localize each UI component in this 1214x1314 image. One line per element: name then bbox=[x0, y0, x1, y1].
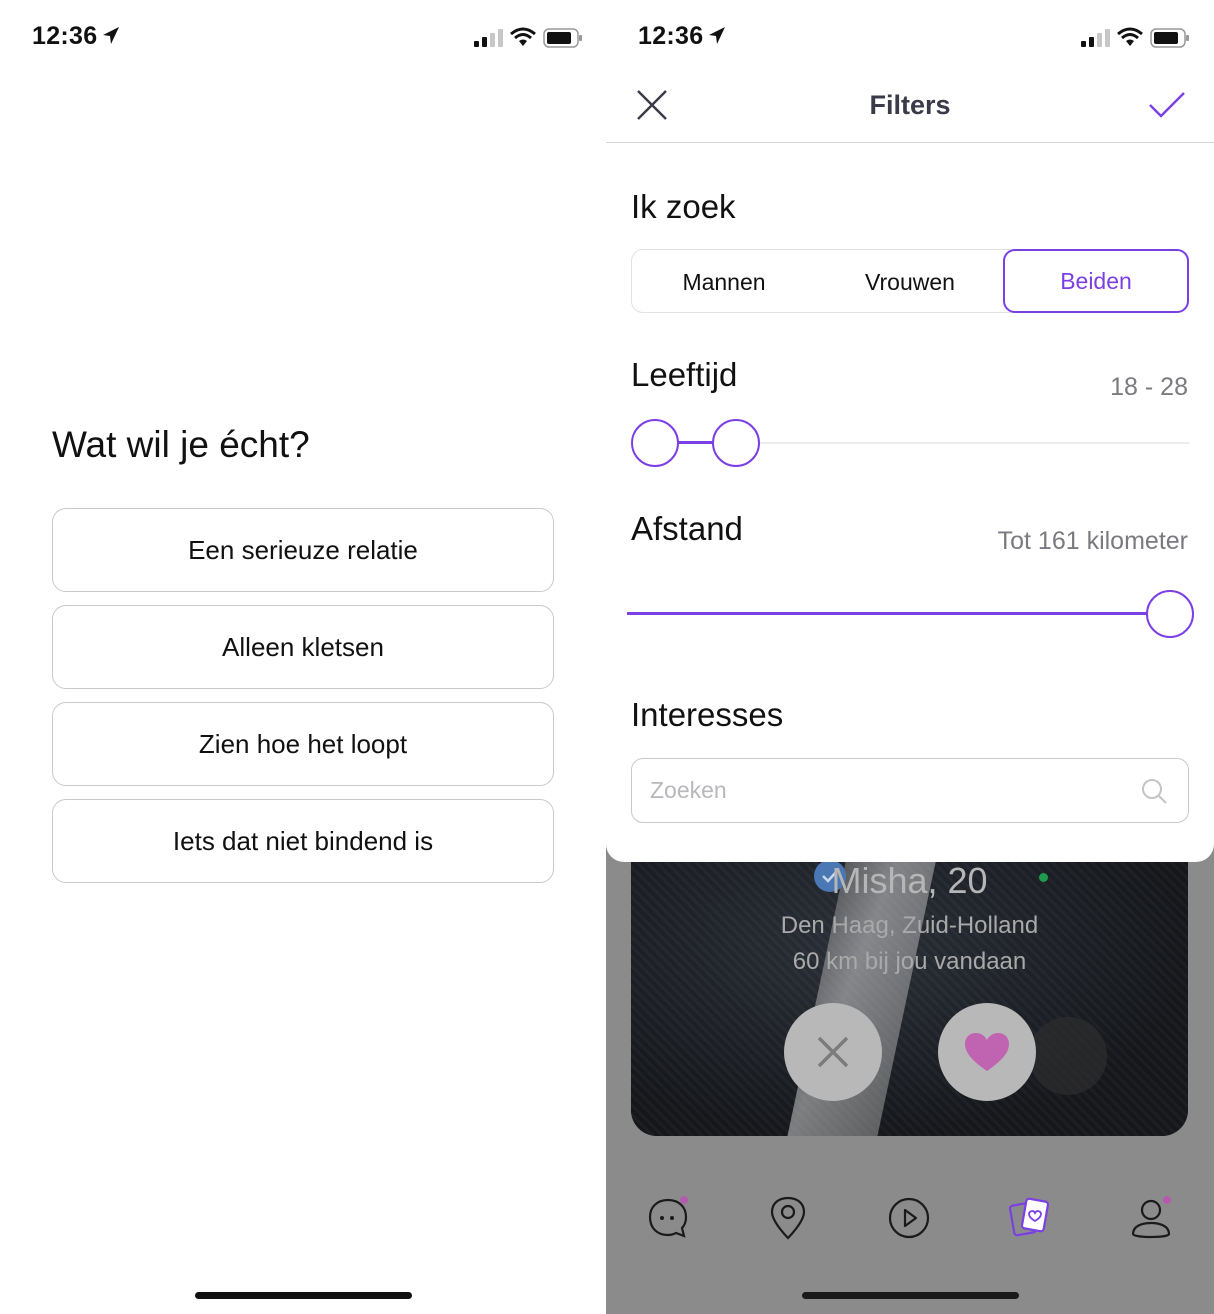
option-label: Zien hoe het loopt bbox=[198, 728, 408, 759]
segment-label: Beiden bbox=[1060, 267, 1132, 294]
divider bbox=[606, 142, 1214, 143]
home-indicator[interactable] bbox=[195, 1292, 412, 1299]
home-indicator[interactable] bbox=[802, 1292, 1019, 1299]
profile-card: Misha, 20 Den Haag, Zuid-Holland 60 km b… bbox=[631, 820, 1188, 1136]
status-bar: 12:36 bbox=[606, 0, 1214, 76]
distance-value: Tot 161 kilometer bbox=[997, 527, 1188, 555]
status-time: 12:36 bbox=[638, 22, 704, 50]
interests-title: Interesses bbox=[631, 696, 784, 733]
wifi-icon bbox=[510, 27, 536, 46]
option-label: Een serieuze relatie bbox=[188, 534, 418, 565]
option-label: Alleen kletsen bbox=[222, 631, 384, 662]
cellular-signal-icon bbox=[474, 29, 503, 47]
filters-screen: Misha, 20 Den Haag, Zuid-Holland 60 km b… bbox=[606, 0, 1214, 1314]
age-title: Leeftijd bbox=[631, 356, 738, 393]
chat-icon[interactable] bbox=[644, 1194, 692, 1242]
questionnaire-screen: 12:36 Wat wil je écht? Een serieuze rela… bbox=[0, 0, 606, 1314]
segment-both[interactable]: Beiden bbox=[1003, 249, 1189, 313]
cellular-signal-icon bbox=[1081, 29, 1110, 47]
looking-for-title: Ik zoek bbox=[631, 188, 736, 225]
dislike-button[interactable] bbox=[784, 1003, 882, 1101]
profile-distance: 60 km bij jou vandaan bbox=[792, 948, 1027, 975]
age-min-handle[interactable] bbox=[631, 419, 679, 467]
option-label: Iets dat niet bindend is bbox=[172, 825, 434, 856]
interests-search bbox=[631, 758, 1189, 823]
checkmark-icon[interactable] bbox=[1148, 90, 1186, 120]
play-icon[interactable] bbox=[885, 1194, 933, 1242]
interests-search-input[interactable] bbox=[650, 759, 1120, 821]
search-icon[interactable] bbox=[1140, 777, 1168, 805]
status-time: 12:36 bbox=[32, 22, 98, 50]
distance-handle[interactable] bbox=[1146, 590, 1194, 638]
close-icon bbox=[817, 1036, 849, 1068]
segment-women[interactable]: Vrouwen bbox=[818, 250, 1002, 314]
distance-slider-track[interactable] bbox=[627, 612, 1167, 615]
like-button[interactable] bbox=[938, 1003, 1036, 1101]
option-see-how-it-goes-button[interactable]: Zien hoe het loopt bbox=[52, 702, 554, 786]
status-bar: 12:36 bbox=[0, 0, 606, 76]
option-serious-relationship-button[interactable]: Een serieuze relatie bbox=[52, 508, 554, 592]
question-heading: Wat wil je écht? bbox=[52, 424, 310, 465]
segment-men[interactable]: Mannen bbox=[632, 250, 816, 314]
map-pin-icon[interactable] bbox=[764, 1194, 812, 1242]
superlike-button[interactable] bbox=[1029, 1017, 1107, 1095]
segment-label: Mannen bbox=[682, 268, 766, 295]
location-arrow-icon bbox=[103, 27, 119, 44]
gender-segmented-control: Mannen Vrouwen Beiden bbox=[631, 249, 1189, 313]
option-just-chat-button[interactable]: Alleen kletsen bbox=[52, 605, 554, 689]
profile-icon[interactable] bbox=[1127, 1194, 1175, 1242]
age-max-handle[interactable] bbox=[712, 419, 760, 467]
filters-sheet: 12:36 Filters Ik zoek Mannen Vrouwen Bei… bbox=[606, 0, 1214, 862]
segment-label: Vrouwen bbox=[865, 268, 955, 295]
age-range-value: 18 - 28 bbox=[1110, 373, 1188, 401]
heart-icon bbox=[965, 1033, 1009, 1071]
bottom-tab-bar bbox=[606, 1170, 1214, 1270]
profile-name: Misha, 20 bbox=[831, 860, 988, 901]
distance-title: Afstand bbox=[631, 510, 743, 547]
battery-icon bbox=[1150, 28, 1189, 48]
page-title: Filters bbox=[869, 90, 951, 120]
cards-icon[interactable] bbox=[1006, 1194, 1054, 1242]
wifi-icon bbox=[1117, 27, 1143, 46]
online-indicator bbox=[1039, 873, 1048, 882]
option-non-binding-button[interactable]: Iets dat niet bindend is bbox=[52, 799, 554, 883]
location-arrow-icon bbox=[709, 27, 725, 44]
battery-icon bbox=[543, 28, 582, 48]
profile-location: Den Haag, Zuid-Holland bbox=[780, 912, 1039, 939]
